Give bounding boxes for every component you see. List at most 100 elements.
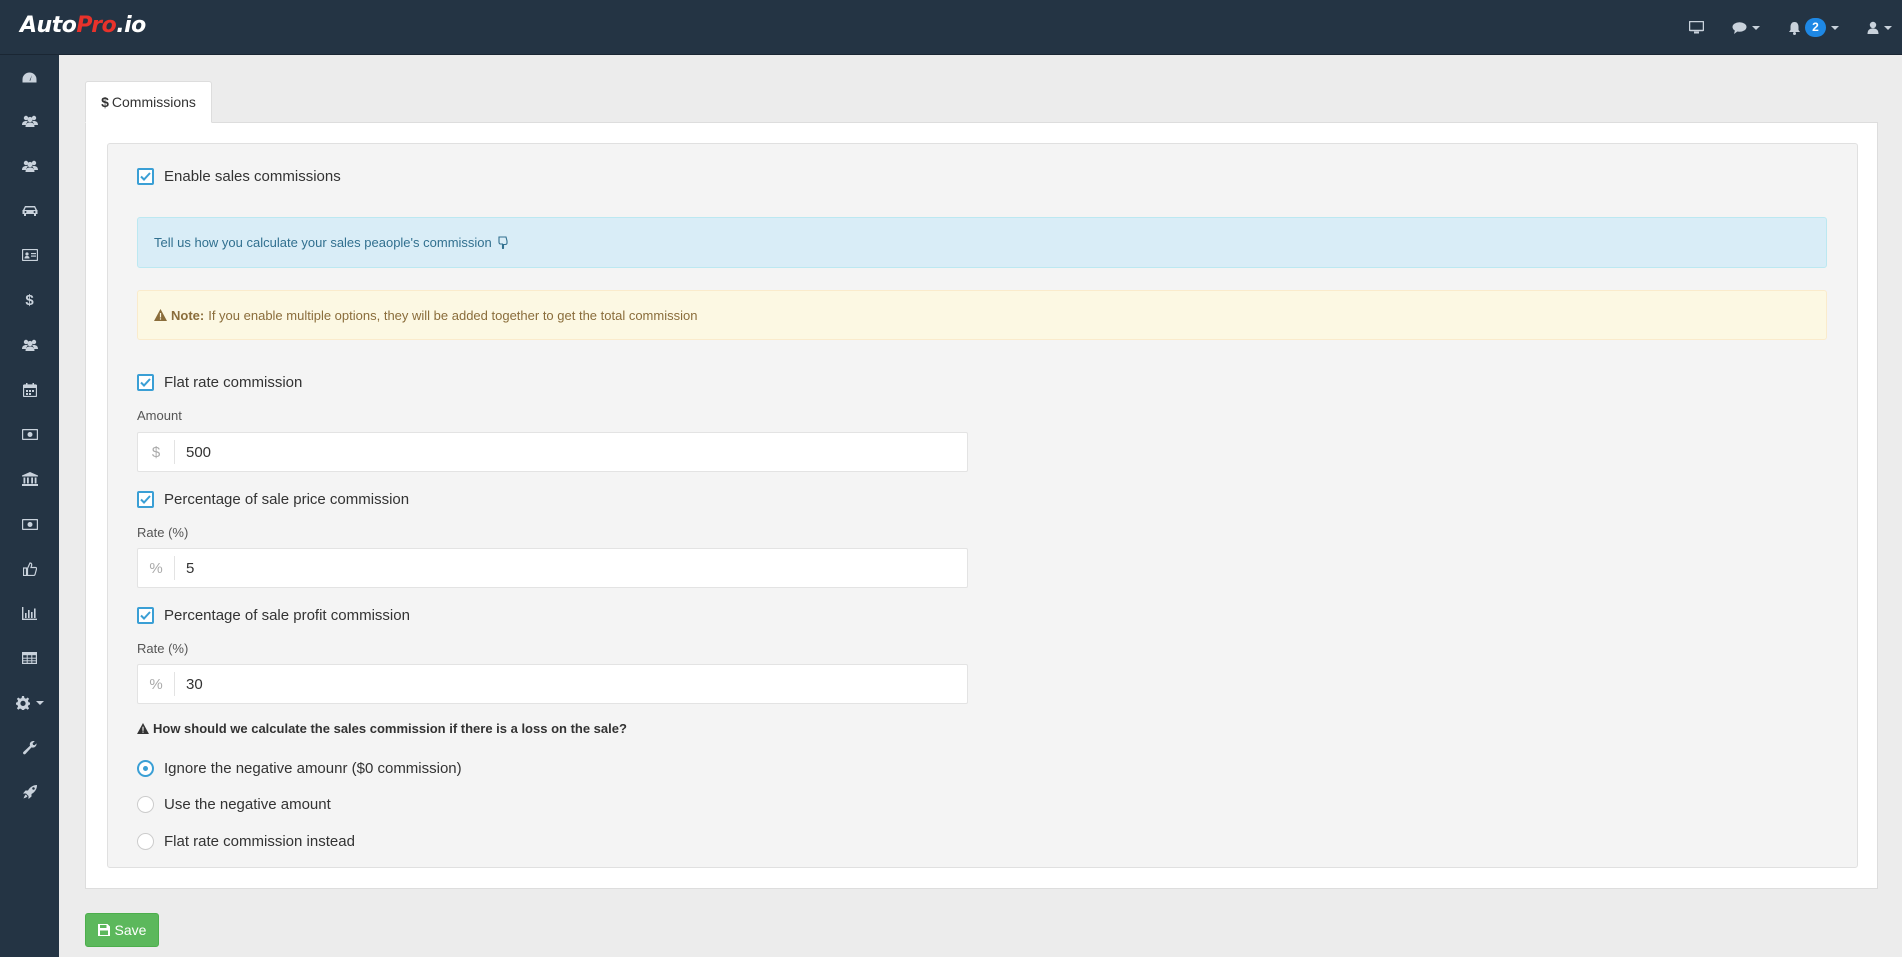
loss-radio-flat[interactable] xyxy=(137,833,154,850)
save-label: Save xyxy=(114,922,147,938)
bell-icon xyxy=(1789,21,1800,35)
sale-price-row: Percentage of sale price commission xyxy=(137,491,409,508)
notifications-dropdown[interactable]: 2 xyxy=(1788,18,1839,37)
amount-input-group: $ xyxy=(137,432,968,472)
money-icon xyxy=(21,428,38,440)
sidebar-item-bank[interactable] xyxy=(0,457,59,501)
sale-profit-row: Percentage of sale profit commission xyxy=(137,607,410,624)
user-icon xyxy=(1867,21,1879,34)
chevron-down-icon xyxy=(35,701,44,705)
chevron-down-icon xyxy=(1884,25,1892,30)
messages-dropdown[interactable] xyxy=(1732,21,1760,34)
sidebar-item-table[interactable] xyxy=(0,636,59,680)
enable-commissions-row: Enable sales commissions xyxy=(137,168,341,185)
table-icon xyxy=(22,652,37,664)
group-icon xyxy=(21,160,38,172)
dollar-icon: $ xyxy=(101,94,109,110)
sidebar-item-vehicles[interactable] xyxy=(0,189,59,233)
percent-addon: % xyxy=(138,672,175,696)
sidebar-item-settings[interactable] xyxy=(0,681,59,725)
sidebar-item-users[interactable] xyxy=(0,99,59,143)
price-rate-input[interactable] xyxy=(175,549,967,587)
enable-commissions-label: Enable sales commissions xyxy=(164,168,341,185)
tab-commissions[interactable]: $ Commissions xyxy=(85,81,212,123)
loss-radio-negative[interactable] xyxy=(137,796,154,813)
note-title: Note: xyxy=(171,307,205,323)
monitor-button[interactable] xyxy=(1689,21,1704,34)
flat-rate-checkbox[interactable] xyxy=(137,374,154,391)
thumbs-up-icon xyxy=(22,562,37,576)
loss-question: How should we calculate the sales commis… xyxy=(137,721,627,736)
user-dropdown[interactable] xyxy=(1867,21,1892,34)
amount-input[interactable] xyxy=(175,433,967,471)
enable-commissions-checkbox[interactable] xyxy=(137,168,154,185)
note-alert: Note: If you enable multiple options, th… xyxy=(137,290,1827,340)
floppy-disk-icon xyxy=(97,924,110,936)
loss-option-label: Ignore the negative amounr ($0 commissio… xyxy=(164,760,462,777)
profit-rate-input[interactable] xyxy=(175,665,967,703)
sidebar-item-launch[interactable] xyxy=(0,770,59,814)
car-icon xyxy=(22,206,37,216)
sidebar-item-tools[interactable] xyxy=(0,726,59,770)
team-icon xyxy=(21,339,38,351)
warning-icon xyxy=(137,723,149,734)
dashboard-icon xyxy=(22,72,37,82)
note-text: If you enable multiple options, they wil… xyxy=(208,307,698,323)
sidebar-item-finance[interactable]: $ xyxy=(0,278,59,322)
sidebar-item-cash[interactable] xyxy=(0,502,59,546)
app-logo[interactable]: AutoPro.io xyxy=(20,13,146,38)
flat-rate-label: Flat rate commission xyxy=(164,374,303,391)
check-icon xyxy=(140,172,151,181)
notification-badge: 2 xyxy=(1805,18,1826,37)
save-button[interactable]: Save xyxy=(85,913,159,947)
dollar-addon: $ xyxy=(138,440,175,464)
loss-radio-ignore[interactable] xyxy=(137,760,154,777)
sidebar: $ xyxy=(0,55,59,957)
chevron-down-icon xyxy=(1831,25,1839,30)
cash-icon xyxy=(21,518,38,530)
sidebar-item-payments[interactable] xyxy=(0,412,59,456)
hand-point-down-icon xyxy=(498,236,508,249)
profit-rate-input-group: % xyxy=(137,664,968,704)
sale-profit-checkbox[interactable] xyxy=(137,607,154,624)
chevron-down-icon xyxy=(1752,25,1760,30)
check-icon xyxy=(140,611,151,620)
check-icon xyxy=(140,378,151,387)
loss-option-label: Flat rate commission instead xyxy=(164,833,355,850)
sale-profit-label: Percentage of sale profit commission xyxy=(164,607,410,624)
info-text: Tell us how you calculate your sales pea… xyxy=(154,235,492,250)
loss-option-flat[interactable]: Flat rate commission instead xyxy=(137,833,355,850)
sale-price-label: Percentage of sale price commission xyxy=(164,491,410,508)
sidebar-item-team[interactable] xyxy=(0,323,59,367)
users-icon xyxy=(21,115,38,127)
bank-icon xyxy=(21,472,38,486)
sidebar-item-customers[interactable] xyxy=(0,144,59,188)
chat-icon xyxy=(1732,21,1747,34)
info-alert: Tell us how you calculate your sales pea… xyxy=(137,217,1827,268)
tab-label: Commissions xyxy=(111,94,196,110)
loss-question-text: How should we calculate the sales commis… xyxy=(153,721,627,736)
radio-dot xyxy=(143,766,148,771)
sale-price-checkbox[interactable] xyxy=(137,491,154,508)
rocket-icon xyxy=(22,785,37,799)
top-nav-menu: 2 xyxy=(1661,0,1892,55)
sidebar-item-reviews[interactable] xyxy=(0,547,59,591)
check-icon xyxy=(140,495,151,504)
loss-option-negative[interactable]: Use the negative amount xyxy=(137,796,331,813)
loss-option-label: Use the negative amount xyxy=(164,796,331,813)
sidebar-item-dashboard[interactable] xyxy=(0,55,59,99)
sidebar-item-calendar[interactable] xyxy=(0,368,59,412)
monitor-icon xyxy=(1689,21,1704,34)
warning-icon xyxy=(154,309,167,321)
top-navbar: AutoPro.io 2 xyxy=(0,0,1902,55)
amount-label: Amount xyxy=(137,408,182,423)
calendar-icon xyxy=(22,383,37,397)
loss-option-ignore[interactable]: Ignore the negative amounr ($0 commissio… xyxy=(137,760,462,777)
bar-chart-icon xyxy=(22,606,37,620)
sidebar-item-contacts[interactable] xyxy=(0,233,59,277)
profit-rate-label: Rate (%) xyxy=(137,641,189,656)
flat-rate-row: Flat rate commission xyxy=(137,374,302,391)
sidebar-item-reports[interactable] xyxy=(0,591,59,635)
dollar-icon: $ xyxy=(25,291,34,309)
percent-addon: % xyxy=(138,556,175,580)
